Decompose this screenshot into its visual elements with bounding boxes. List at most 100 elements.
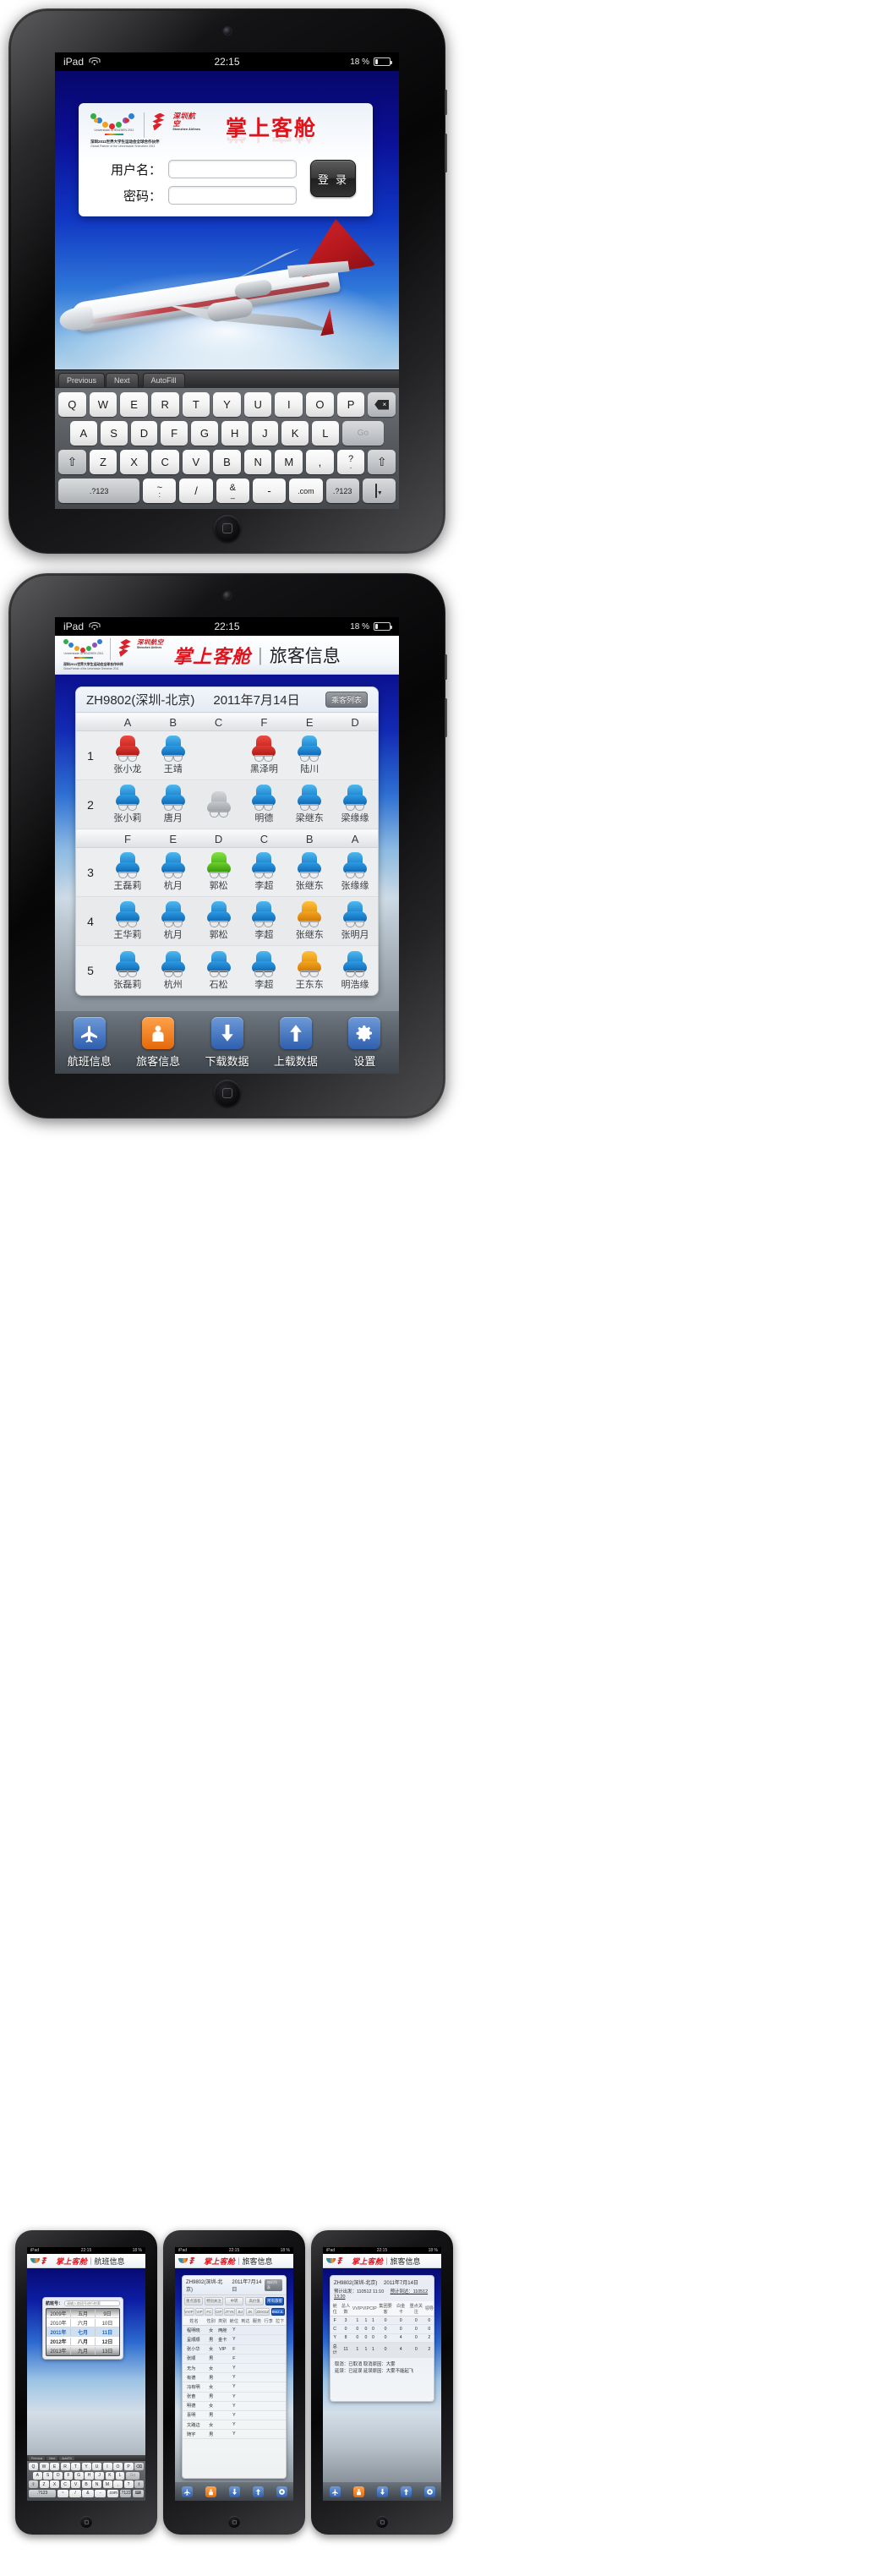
power-button-2[interactable]: [445, 654, 447, 680]
shift-left-key[interactable]: ⇧: [57, 450, 86, 474]
table-row[interactable]: 程明晓女两舱 Y: [183, 2325, 286, 2336]
thumb2-pax-list-button[interactable]: 座机列表: [264, 2279, 282, 2291]
power-button[interactable]: [445, 90, 447, 115]
thumb2-tab-flight[interactable]: [175, 2486, 199, 2497]
key-y[interactable]: Y: [213, 392, 241, 417]
thumbnail-cabin-stats[interactable]: iPad 22:15 18 % 掌上客舱 | 旅客信息 ZH9802(深圳-北京…: [311, 2230, 453, 2535]
next-button[interactable]: Next: [106, 373, 139, 387]
table-row[interactable]: 张顺男 F: [183, 2354, 286, 2364]
table-row[interactable]: 张小华女 VIP F: [183, 2344, 286, 2354]
key-t[interactable]: T: [182, 392, 210, 417]
thumb-home-button-2[interactable]: [228, 2516, 240, 2528]
username-input[interactable]: [168, 160, 297, 178]
filter-chip[interactable]: FC: [205, 2307, 214, 2316]
numeric-right-key[interactable]: .?123: [325, 479, 359, 503]
key-r[interactable]: R: [150, 392, 179, 417]
seat-cell[interactable]: 王靖: [150, 736, 196, 775]
tab-passenger-info[interactable]: 旅客信息: [123, 1016, 192, 1069]
filter-chip[interactable]: 特别关注: [204, 2296, 224, 2305]
picker-row[interactable]: 2010年 六月 10日: [46, 2318, 119, 2327]
seat-cell[interactable]: 明德: [241, 785, 287, 824]
thumb-previous-button[interactable]: Previous: [29, 2456, 46, 2460]
thumb2-tab-download[interactable]: [222, 2486, 246, 2497]
thumb-key-hyphen[interactable]: -: [95, 2489, 107, 2497]
seat-cell[interactable]: 明浩缘: [332, 950, 378, 991]
seat-cell[interactable]: 梁继东: [287, 785, 332, 824]
seat-cell[interactable]: 张小莉: [105, 785, 150, 824]
filter-chip[interactable]: JK: [245, 2307, 254, 2316]
seat-cell[interactable]: 杭州: [150, 950, 196, 991]
key-m[interactable]: M: [275, 450, 303, 474]
thumb-key[interactable]: U: [92, 2463, 101, 2470]
go-key[interactable]: Go: [341, 421, 384, 446]
seat-cell[interactable]: 张明月: [332, 901, 378, 941]
thumb-key-slash[interactable]: /: [69, 2489, 81, 2497]
thumb-next-button[interactable]: Next: [46, 2456, 58, 2460]
thumb-shift-right-key[interactable]: ⇧: [134, 2480, 144, 2488]
filter-chip[interactable]: VIP: [195, 2307, 204, 2316]
key-o[interactable]: O: [306, 392, 334, 417]
picker-row[interactable]: 2013年 九月 13日: [46, 2346, 119, 2355]
thumb-key-dotcom[interactable]: .com: [107, 2489, 119, 2497]
seat-cell[interactable]: 张继东: [287, 852, 332, 892]
backspace-key[interactable]: ×: [368, 392, 396, 417]
key-slash[interactable]: /: [179, 479, 213, 503]
filter-chip-active[interactable]: BMZJL: [270, 2307, 285, 2316]
table-row[interactable]: 无为女 Y: [183, 2363, 286, 2374]
thumb-key[interactable]: ,: [113, 2480, 123, 2488]
key-f[interactable]: F: [161, 421, 188, 446]
key-q[interactable]: Q: [57, 392, 86, 417]
thumb-key[interactable]: S: [43, 2471, 52, 2480]
seat-cell[interactable]: 王东东: [287, 950, 332, 991]
filter-chip[interactable]: 中转: [224, 2296, 244, 2305]
thumb-backspace-key[interactable]: ⌫: [134, 2463, 144, 2470]
thumb-key[interactable]: Z: [39, 2480, 49, 2488]
numeric-left-key[interactable]: .?123: [57, 479, 140, 503]
thumb-hide-keyboard-key[interactable]: ⌨: [132, 2489, 144, 2497]
seat-cell[interactable]: 张继东: [287, 901, 332, 941]
date-picker[interactable]: 2009年 五月 9日 2010年 六月 10日 2011年 七月 11日 20…: [46, 2308, 120, 2356]
autofill-button[interactable]: AutoFill: [142, 373, 185, 387]
seat-cell[interactable]: 杭月: [150, 901, 196, 941]
thumb-numeric-right-key[interactable]: .?123: [119, 2489, 132, 2497]
thumb-go-key[interactable]: Go: [125, 2471, 140, 2480]
seat-cell[interactable]: 李超: [241, 852, 287, 892]
thumb-key[interactable]: L: [115, 2471, 125, 2480]
thumb3-tab-flight[interactable]: [323, 2486, 347, 2497]
key-a[interactable]: A: [70, 421, 97, 446]
thumb-key[interactable]: A: [32, 2471, 42, 2480]
filter-chip[interactable]: 重点旅客: [183, 2296, 204, 2305]
key-c[interactable]: C: [150, 450, 179, 474]
thumb-key[interactable]: O: [113, 2463, 123, 2470]
thumb-key[interactable]: T: [71, 2463, 80, 2470]
table-row[interactable]: 喜明男 Y: [183, 2410, 286, 2421]
thumb-key[interactable]: F: [63, 2471, 74, 2480]
key-n[interactable]: N: [243, 450, 272, 474]
tab-settings[interactable]: 设置: [331, 1016, 399, 1069]
seat-cell[interactable]: 杭月: [150, 852, 196, 892]
key-hyphen[interactable]: -: [252, 479, 287, 503]
thumb3-tab-passenger[interactable]: [347, 2486, 370, 2497]
thumb-numeric-left-key[interactable]: .?123: [29, 2489, 57, 2497]
thumb-key[interactable]: I: [102, 2463, 112, 2470]
table-row[interactable]: 明德女 Y: [183, 2401, 286, 2411]
volume-button-2[interactable]: [445, 698, 447, 737]
filter-chip[interactable]: BJ: [236, 2307, 245, 2316]
thumb-key[interactable]: C: [60, 2480, 70, 2488]
key-k[interactable]: K: [281, 421, 309, 446]
picker-row[interactable]: 2012年 八月 12日: [46, 2337, 119, 2346]
thumb-key[interactable]: W: [39, 2463, 49, 2470]
thumbnail-flight-info[interactable]: iPad 22:15 18 % 掌上客舱 | 航班信息 航班号： 请输入航班号进…: [15, 2230, 157, 2535]
filter-chip[interactable]: CIP: [214, 2307, 223, 2316]
key-v[interactable]: V: [182, 450, 210, 474]
key-j[interactable]: J: [251, 421, 279, 446]
thumb2-tab-settings[interactable]: [270, 2486, 293, 2497]
thumb-key[interactable]: P: [123, 2463, 134, 2470]
seat-cell-vacant[interactable]: [196, 791, 242, 818]
seat-cell[interactable]: 张小龙: [105, 736, 150, 775]
filter-chip[interactable]: 高价值: [244, 2296, 265, 2305]
thumb-key[interactable]: K: [105, 2471, 115, 2480]
volume-button[interactable]: [445, 134, 447, 172]
thumb-key[interactable]: J: [95, 2471, 105, 2480]
key-g[interactable]: G: [191, 421, 218, 446]
